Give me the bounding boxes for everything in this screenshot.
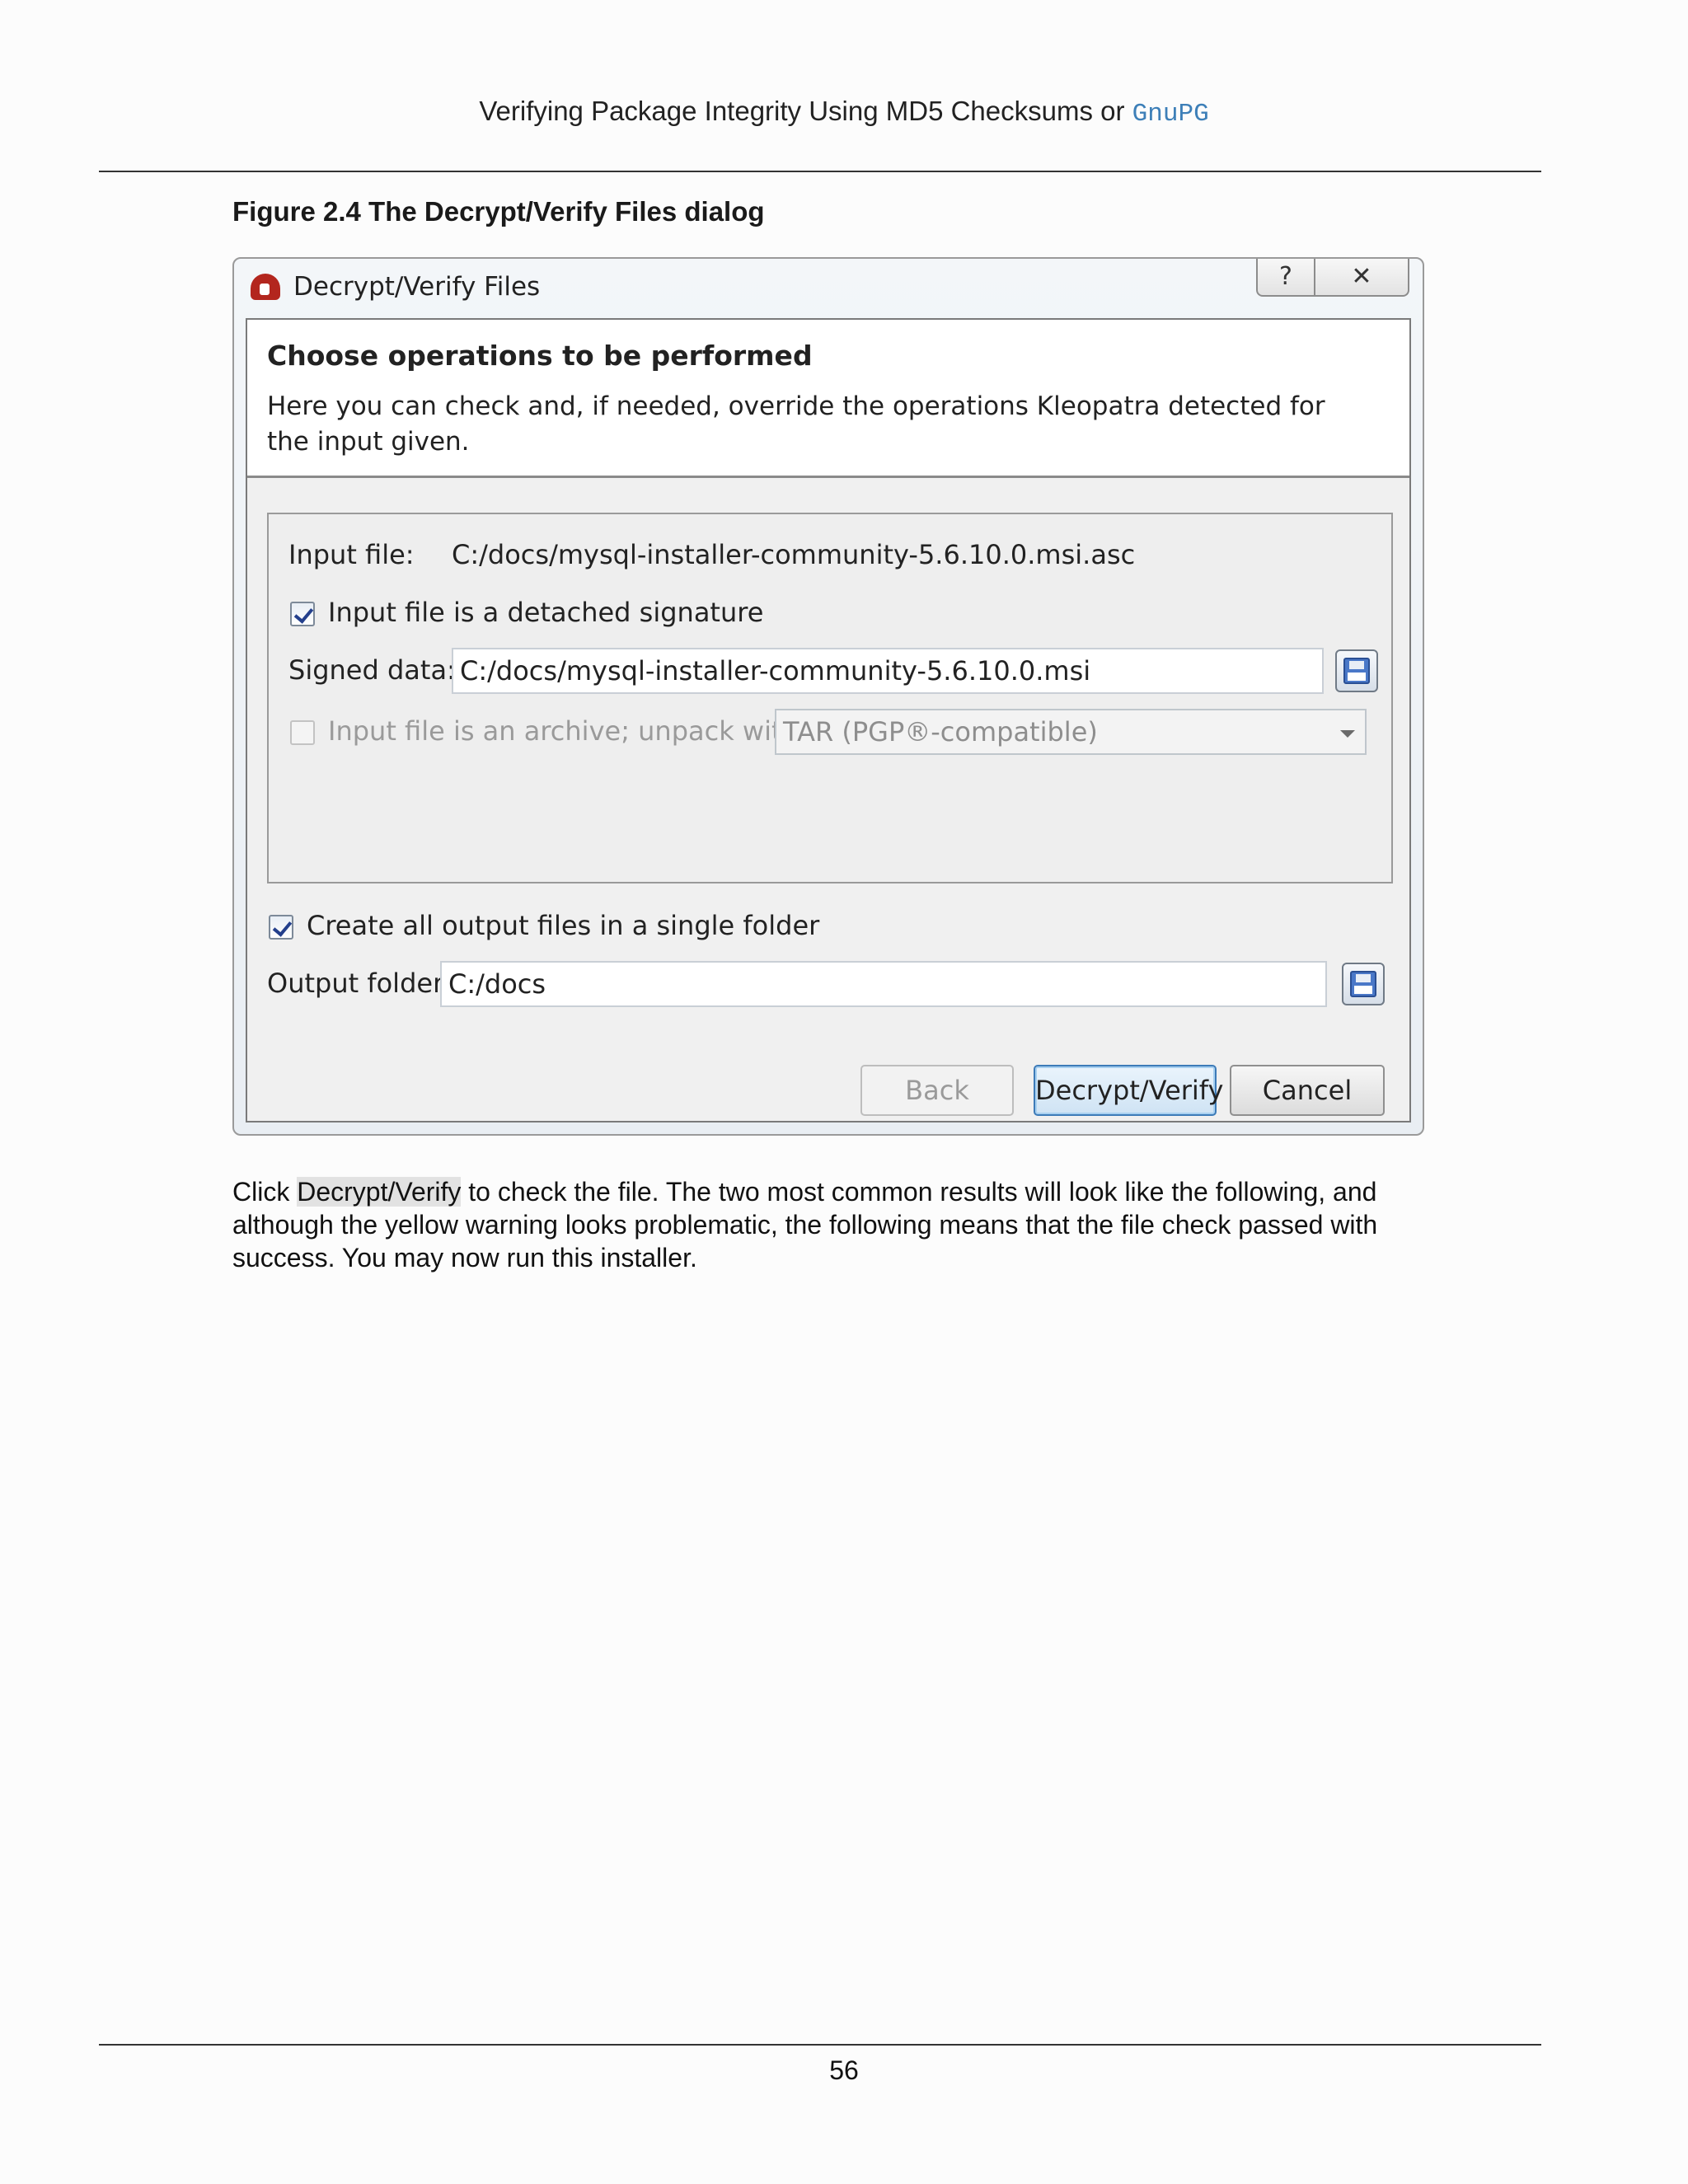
- dialog-client-area: Choose operations to be performed Here y…: [246, 318, 1411, 1122]
- single-folder-label: Create all output files in a single fold…: [307, 910, 820, 941]
- signed-data-field[interactable]: C:/docs/mysql-installer-community-5.6.10…: [452, 648, 1324, 694]
- body-click-word: Click: [232, 1177, 290, 1207]
- signed-data-label: Signed data:: [288, 654, 456, 686]
- input-file-value: C:/docs/mysql-installer-community-5.6.10…: [452, 539, 1136, 570]
- banner-description: Here you can check and, if needed, overr…: [267, 391, 1325, 457]
- back-button[interactable]: Back: [860, 1065, 1014, 1116]
- save-disk-icon: [1343, 658, 1370, 684]
- body-ui-reference: Decrypt/Verify: [297, 1177, 462, 1207]
- page-number: 56: [829, 2055, 859, 2085]
- dialog-titlebar: Decrypt/Verify Files ? ✕: [234, 259, 1423, 318]
- detached-signature-label: Input file is a detached signature: [328, 597, 764, 628]
- kleopatra-icon: [251, 274, 280, 300]
- wizard-banner: Choose operations to be performed Here y…: [247, 320, 1409, 478]
- header-rule: [99, 171, 1541, 172]
- help-button[interactable]: ?: [1258, 259, 1315, 295]
- signed-data-browse-button[interactable]: [1335, 649, 1378, 692]
- save-disk-icon: [1350, 971, 1376, 997]
- header-title-code: GnuPG: [1132, 100, 1209, 129]
- title-button-group: ? ✕: [1256, 259, 1409, 297]
- decrypt-verify-dialog: Decrypt/Verify Files ? ✕ Choose operatio…: [232, 257, 1424, 1136]
- archive-format-select[interactable]: TAR (PGP®-compatible): [775, 709, 1367, 755]
- banner-title: Choose operations to be performed: [267, 340, 813, 372]
- close-button[interactable]: ✕: [1315, 259, 1408, 295]
- decrypt-verify-button[interactable]: Decrypt/Verify: [1034, 1065, 1223, 1116]
- cancel-button[interactable]: Cancel: [1230, 1065, 1385, 1116]
- output-folder-browse-button[interactable]: [1342, 963, 1385, 1005]
- input-file-label: Input file:: [288, 539, 415, 570]
- footer-rule: [99, 2044, 1541, 2046]
- dialog-title: Decrypt/Verify Files: [293, 272, 541, 302]
- archive-label: Input file is an archive; unpack with:: [328, 715, 808, 747]
- running-header: Verifying Package Integrity Using MD5 Ch…: [0, 96, 1688, 129]
- archive-checkbox[interactable]: [290, 720, 315, 745]
- output-folder-label: Output folder:: [267, 968, 452, 999]
- header-title-text: Verifying Package Integrity Using MD5 Ch…: [479, 96, 1125, 126]
- archive-format-value: TAR (PGP®-compatible): [783, 716, 1098, 748]
- output-folder-field[interactable]: C:/docs: [440, 961, 1327, 1007]
- body-paragraph: Click Decrypt/Verify to check the file. …: [232, 1175, 1436, 1274]
- figure-caption: Figure 2.4 The Decrypt/Verify Files dial…: [232, 196, 765, 227]
- input-options-group: Input file: C:/docs/mysql-installer-comm…: [267, 513, 1393, 883]
- single-folder-checkbox[interactable]: [269, 915, 293, 940]
- detached-signature-checkbox[interactable]: [290, 602, 315, 626]
- chevron-down-icon: [1340, 730, 1355, 738]
